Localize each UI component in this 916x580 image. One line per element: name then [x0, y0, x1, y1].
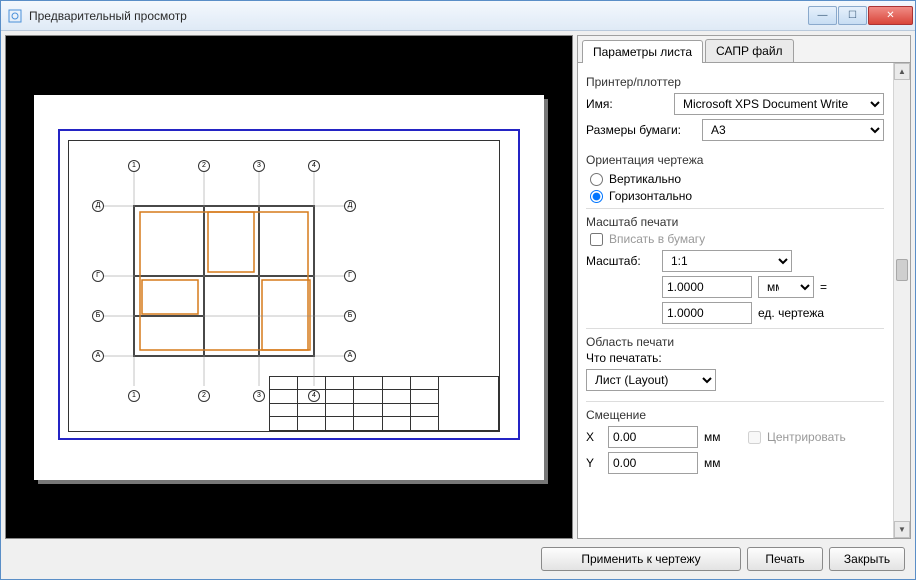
app-icon: [7, 8, 23, 24]
window-buttons: — ☐ ✕: [807, 6, 913, 25]
grid-bubble: Б: [344, 310, 356, 322]
print-button[interactable]: Печать: [747, 547, 823, 571]
printer-name-select[interactable]: Microsoft XPS Document Write: [674, 93, 884, 115]
minimize-button[interactable]: —: [808, 6, 837, 25]
offset-y-unit: мм: [704, 456, 742, 470]
print-area-select[interactable]: Лист (Layout): [586, 369, 716, 391]
grid-bubble: А: [344, 350, 356, 362]
scale-equals: =: [820, 280, 827, 294]
grid-bubble: Б: [92, 310, 104, 322]
window-title: Предварительный просмотр: [29, 9, 187, 23]
offset-x-label: X: [586, 430, 602, 444]
grid-bubble: 2: [198, 160, 210, 172]
what-to-print-label: Что печатать:: [586, 351, 884, 365]
grid-bubble: Г: [92, 270, 104, 282]
paper-sheet: 1 2 3 4 1 2 3 4 Д Г Б А Д: [34, 95, 544, 480]
tab-sheet-params[interactable]: Параметры листа: [582, 40, 703, 63]
grid-bubble: Г: [344, 270, 356, 282]
maximize-button[interactable]: ☐: [838, 6, 867, 25]
offset-x-unit: мм: [704, 430, 742, 444]
scale-select[interactable]: 1:1: [662, 250, 792, 272]
grid-bubble: 2: [198, 390, 210, 402]
offset-x-input[interactable]: [608, 426, 698, 448]
orientation-horizontal-label: Горизонтально: [609, 189, 692, 203]
grid-bubble: Д: [344, 200, 356, 212]
close-dialog-button[interactable]: Закрыть: [829, 547, 905, 571]
scale-unit1-select[interactable]: мм: [758, 276, 814, 298]
center-label: Центрировать: [767, 430, 846, 444]
offset-y-label: Y: [586, 456, 602, 470]
main-row: 1 2 3 4 1 2 3 4 Д Г Б А Д: [5, 35, 911, 539]
section-printer: Принтер/плоттер: [586, 75, 884, 89]
tab-strip: Параметры листа САПР файл: [578, 36, 910, 63]
center-checkbox: [748, 431, 761, 444]
grid-bubble: 1: [128, 390, 140, 402]
scrollbar-vertical[interactable]: ▲ ▼: [893, 63, 910, 538]
drawing-frame: 1 2 3 4 1 2 3 4 Д Г Б А Д: [68, 140, 500, 432]
grid-bubble: 3: [253, 160, 265, 172]
preview-pane[interactable]: 1 2 3 4 1 2 3 4 Д Г Б А Д: [5, 35, 573, 539]
orientation-horizontal-radio[interactable]: [590, 190, 603, 203]
grid-bubble: 1: [128, 160, 140, 172]
scroll-down-icon[interactable]: ▼: [894, 521, 910, 538]
grid-bubble: А: [92, 350, 104, 362]
fit-to-paper-label: Вписать в бумагу: [609, 232, 705, 246]
scroll-thumb[interactable]: [896, 259, 908, 281]
scroll-up-icon[interactable]: ▲: [894, 63, 910, 80]
orientation-vertical-label: Вертикально: [609, 172, 681, 186]
grid-bubble: 4: [308, 390, 320, 402]
tab-cad-file[interactable]: САПР файл: [705, 39, 794, 62]
grid-bubble: 3: [253, 390, 265, 402]
offset-y-input[interactable]: [608, 452, 698, 474]
tab-body: Принтер/плоттер Имя: Microsoft XPS Docum…: [578, 63, 910, 538]
side-panel: Параметры листа САПР файл Принтер/плотте…: [577, 35, 911, 539]
orientation-vertical-radio[interactable]: [590, 173, 603, 186]
fit-to-paper-checkbox[interactable]: [590, 233, 603, 246]
section-area: Область печати: [586, 335, 884, 349]
paper-size-label: Размеры бумаги:: [586, 123, 696, 137]
paper-size-select[interactable]: A3: [702, 119, 884, 141]
section-scale: Масштаб печати: [586, 215, 884, 229]
client-area: 1 2 3 4 1 2 3 4 Д Г Б А Д: [1, 31, 915, 579]
floor-plan: 1 2 3 4 1 2 3 4 Д Г Б А Д: [94, 156, 354, 406]
scale-value2-input[interactable]: [662, 302, 752, 324]
section-offset: Смещение: [586, 408, 884, 422]
apply-button[interactable]: Применить к чертежу: [541, 547, 741, 571]
footer-buttons: Применить к чертежу Печать Закрыть: [5, 543, 911, 575]
section-orientation: Ориентация чертежа: [586, 153, 884, 167]
close-button[interactable]: ✕: [868, 6, 913, 25]
scale-label: Масштаб:: [586, 254, 656, 268]
scale-unit2-label: ед. чертежа: [758, 306, 824, 320]
scale-value1-input[interactable]: [662, 276, 752, 298]
grid-bubble: 4: [308, 160, 320, 172]
app-window: Предварительный просмотр — ☐ ✕: [0, 0, 916, 580]
printer-name-label: Имя:: [586, 97, 668, 111]
titlebar: Предварительный просмотр — ☐ ✕: [1, 1, 915, 31]
grid-bubble: Д: [92, 200, 104, 212]
